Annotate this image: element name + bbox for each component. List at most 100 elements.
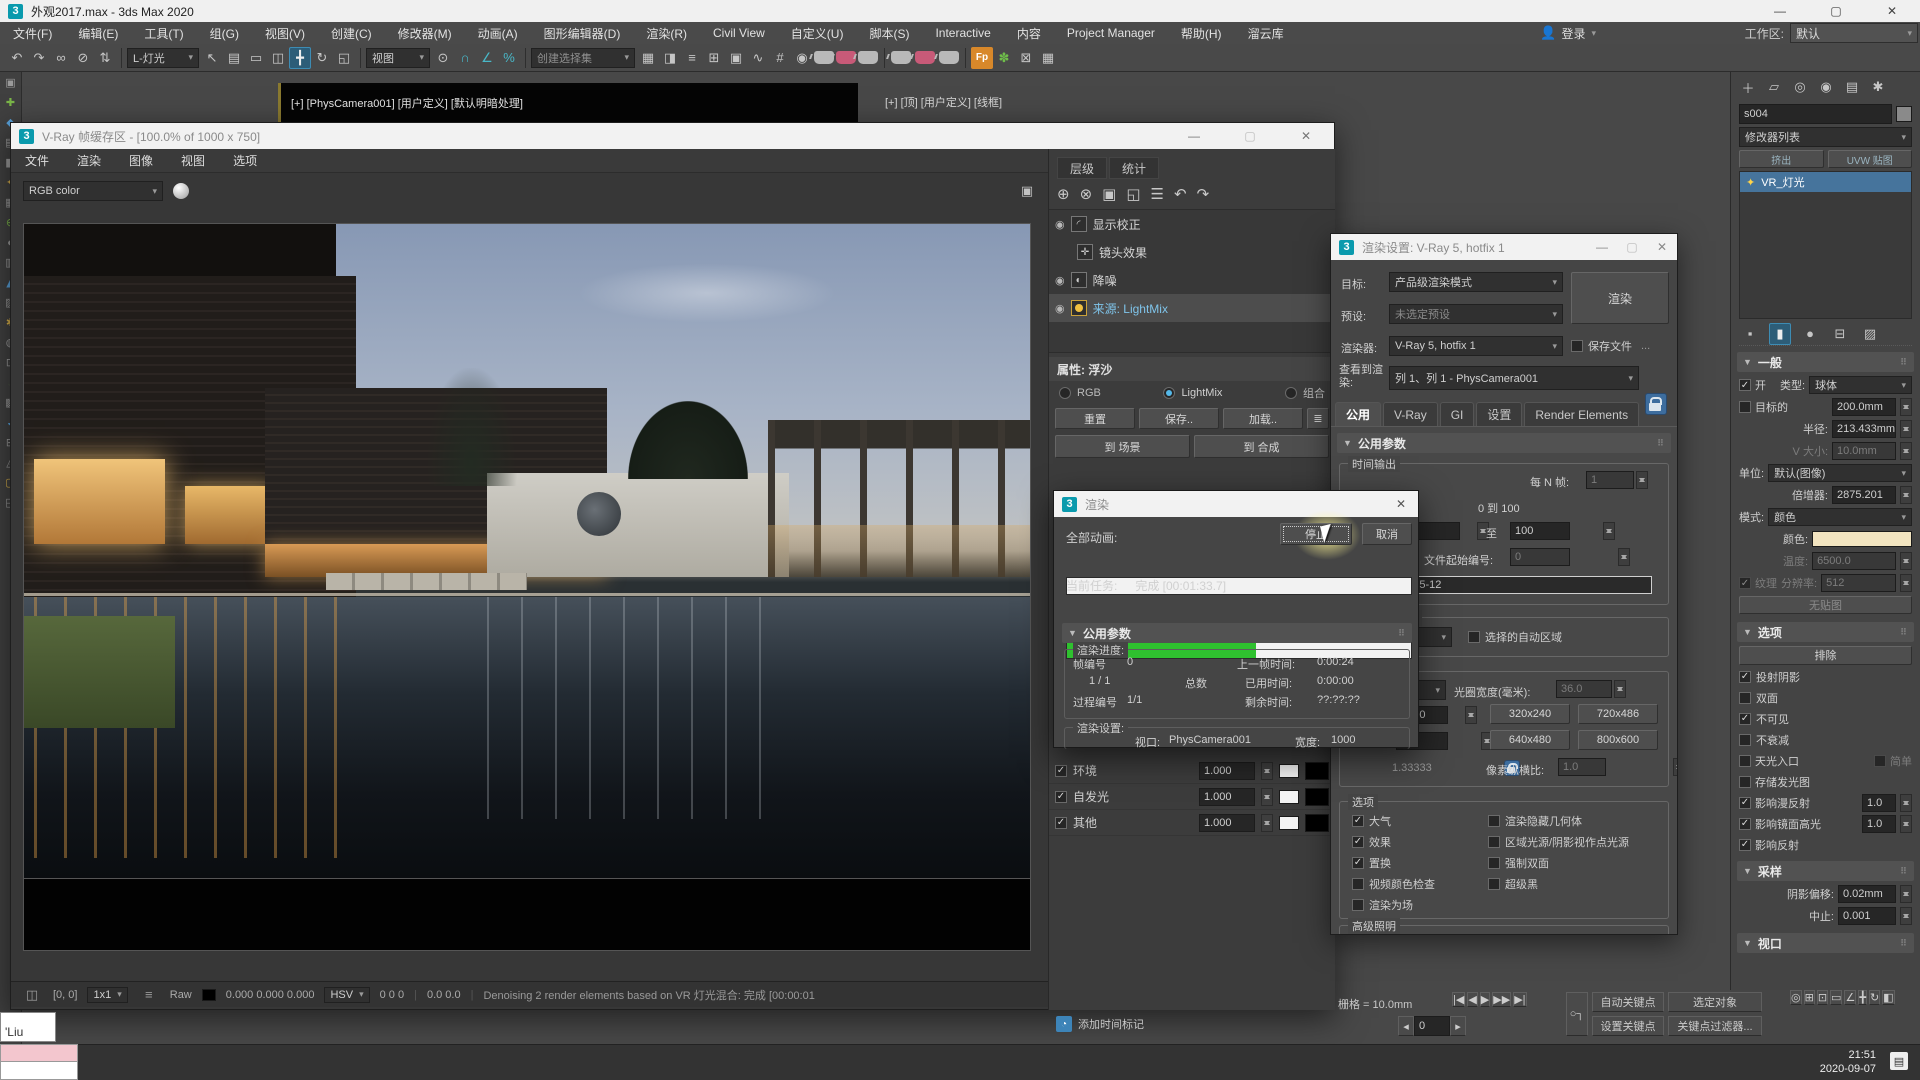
save-layers-icon[interactable]: ▣ <box>1102 185 1116 203</box>
frames-field[interactable]: 1,3,5-12 <box>1396 576 1652 594</box>
view-to-render-dropdown[interactable]: 列 1、列 1 - PhysCamera001▾ <box>1389 366 1639 390</box>
eye-icon[interactable] <box>1055 273 1065 287</box>
cancel-button[interactable]: 取消 <box>1362 523 1412 545</box>
menu-item-14[interactable]: Interactive <box>922 26 1003 40</box>
other-color-swatch[interactable] <box>1279 816 1299 830</box>
affect-diffuse-checkbox[interactable] <box>1739 797 1751 809</box>
undo-icon[interactable]: ↶ <box>6 47 28 69</box>
file-start-spinner[interactable] <box>1618 548 1630 566</box>
multiplier-field[interactable]: 2875.201 <box>1832 486 1896 504</box>
simple-checkbox[interactable] <box>1874 755 1886 767</box>
rs-titlebar[interactable]: 3 渲染设置: V-Ray 5, hotfix 1 — ▢ ✕ <box>1331 234 1677 260</box>
environment-checkbox[interactable] <box>1055 765 1067 777</box>
light-on-checkbox[interactable] <box>1739 379 1751 391</box>
every-n-spinner[interactable] <box>1636 471 1648 489</box>
selfillum-color-swatch[interactable] <box>1279 790 1299 804</box>
shadow-bias-field[interactable]: 0.02mm <box>1838 885 1896 903</box>
layer-row-display-correction[interactable]: ◜ 显示校正 <box>1049 210 1335 238</box>
units-dropdown[interactable]: 默认(图像)▾ <box>1768 464 1912 482</box>
progress-close-button[interactable]: ✕ <box>1384 493 1418 515</box>
vfb-menu-3[interactable]: 图像 <box>115 152 167 169</box>
render-setup-teapot-icon[interactable] <box>890 47 912 69</box>
forest-plugin-icon[interactable]: ✽ <box>993 47 1015 69</box>
quick-extrude-button[interactable]: 挤出 <box>1739 150 1824 168</box>
lightmix-row-other[interactable]: 其他 1.000 <box>1049 810 1335 836</box>
time-tag-icon[interactable]: ◔ <box>1056 1016 1072 1032</box>
ribbon-icon[interactable]: ▣ <box>725 47 747 69</box>
add-layer-icon[interactable]: ⊕ <box>1057 185 1070 203</box>
file-start-field[interactable]: 0 <box>1510 548 1570 566</box>
rs-tab-1[interactable]: 公用 <box>1335 402 1381 426</box>
temperature-spinner[interactable] <box>1900 552 1912 570</box>
rollout-viewport[interactable]: ▼视口⠿ <box>1737 933 1914 953</box>
modify-tab-icon[interactable]: ▱ <box>1763 76 1785 98</box>
railclone-plugin-icon[interactable]: ⊠ <box>1015 47 1037 69</box>
fov-icon[interactable]: ∠ <box>1844 990 1856 1005</box>
rs-tab-3[interactable]: GI <box>1440 402 1475 426</box>
layer-row-denoise[interactable]: ◐ 降噪 <box>1049 266 1335 294</box>
lock-view-icon[interactable] <box>1645 393 1667 415</box>
selfillum-checkbox[interactable] <box>1055 791 1067 803</box>
menu-item-12[interactable]: 自定义(U) <box>778 25 857 42</box>
sphere-preview-icon[interactable] <box>173 183 189 199</box>
auto-region-checkbox[interactable] <box>1468 631 1480 643</box>
size-720x486-button[interactable]: 720x486 <box>1578 704 1658 724</box>
menu-item-17[interactable]: 帮助(H) <box>1168 25 1235 42</box>
resolution-spinner[interactable] <box>1900 574 1912 592</box>
load-button[interactable]: 加载.. <box>1223 408 1303 429</box>
hsv-dropdown[interactable]: HSV▾ <box>324 987 369 1003</box>
script-tool-icon-2[interactable]: ✚ <box>6 98 15 109</box>
rs-tab-2[interactable]: V-Ray <box>1383 402 1438 426</box>
camera-viewport-strip[interactable]: [+] [PhysCamera001] [用户定义] [默认明暗处理] <box>278 83 858 122</box>
skylight-portal-checkbox[interactable] <box>1739 755 1751 767</box>
temperature-field[interactable]: 6500.0 <box>1812 552 1896 570</box>
vfb-maximize-button[interactable]: ▢ <box>1222 125 1278 147</box>
modifier-list-dropdown[interactable]: 修改器列表▾ <box>1739 127 1912 147</box>
exclude-button[interactable]: 排除 <box>1739 646 1912 665</box>
layer-list-icon[interactable]: ☰ <box>1151 185 1164 203</box>
selfillum-spinner[interactable] <box>1261 788 1273 806</box>
pixel-scale-dropdown[interactable]: 1x1▾ <box>87 987 127 1003</box>
go-start-icon[interactable]: |◀ <box>1452 992 1465 1007</box>
vfb-menu-1[interactable]: 文件 <box>11 152 63 169</box>
zoom-region-icon[interactable]: ▭ <box>1830 990 1842 1005</box>
rs-maximize-button[interactable]: ▢ <box>1617 236 1647 258</box>
render-frame-teapot-icon[interactable] <box>914 47 936 69</box>
maxscript-listener-pink[interactable] <box>0 1044 78 1062</box>
eye-icon[interactable] <box>1055 217 1065 231</box>
zoom-icon[interactable]: ◎ <box>1790 990 1802 1005</box>
setkey-button[interactable]: 设置关键点 <box>1592 1016 1664 1036</box>
go-end-icon[interactable]: ▶| <box>1513 992 1526 1007</box>
cutoff-field[interactable]: 0.001 <box>1838 907 1896 925</box>
menu-item-13[interactable]: 脚本(S) <box>856 25 922 42</box>
make-unique-icon[interactable]: ● <box>1799 323 1821 345</box>
tray-notification-icon[interactable]: ▤ <box>1890 1052 1908 1070</box>
size-640x480-button[interactable]: 640x480 <box>1490 730 1570 750</box>
vfb-menu-4[interactable]: 视图 <box>167 152 219 169</box>
grid-icon[interactable]: ▦ <box>1037 47 1059 69</box>
pin-stack-icon[interactable]: ▪ <box>1739 323 1761 345</box>
pixel-aspect-field[interactable]: 1.0 <box>1558 758 1606 776</box>
pixel-aspect-spinner[interactable] <box>1673 758 1677 776</box>
other-spinner[interactable] <box>1261 814 1273 832</box>
resolution-field[interactable]: 512 <box>1821 574 1896 592</box>
menu-item-3[interactable]: 工具(T) <box>131 25 196 42</box>
layers-tab-1[interactable]: 层级 <box>1057 157 1107 179</box>
unlink-icon[interactable]: ⊘ <box>72 47 94 69</box>
display-tab-icon[interactable]: ▤ <box>1841 76 1863 98</box>
range-to-spinner[interactable] <box>1603 522 1615 540</box>
no-map-button[interactable]: 无贴图 <box>1739 596 1912 614</box>
double-sided-checkbox[interactable] <box>1739 692 1751 704</box>
render-to-fields-checkbox[interactable] <box>1352 899 1364 911</box>
target-distance-spinner[interactable] <box>1900 398 1912 416</box>
radius-spinner[interactable] <box>1900 420 1912 438</box>
menu-item-11[interactable]: Civil View <box>700 26 778 40</box>
rect-region-icon[interactable]: ▭ <box>245 47 267 69</box>
undo-layer-icon[interactable]: ↶ <box>1174 185 1187 203</box>
environment-mult-field[interactable]: 1.000 <box>1199 762 1255 780</box>
menu-item-6[interactable]: 创建(C) <box>318 25 385 42</box>
script-tool-icon-1[interactable]: ▣ <box>5 78 15 89</box>
menu-item-2[interactable]: 编辑(E) <box>65 25 131 42</box>
load-layers-icon[interactable]: ◱ <box>1126 185 1140 203</box>
save-image-icon[interactable]: ▣ <box>1012 178 1042 204</box>
